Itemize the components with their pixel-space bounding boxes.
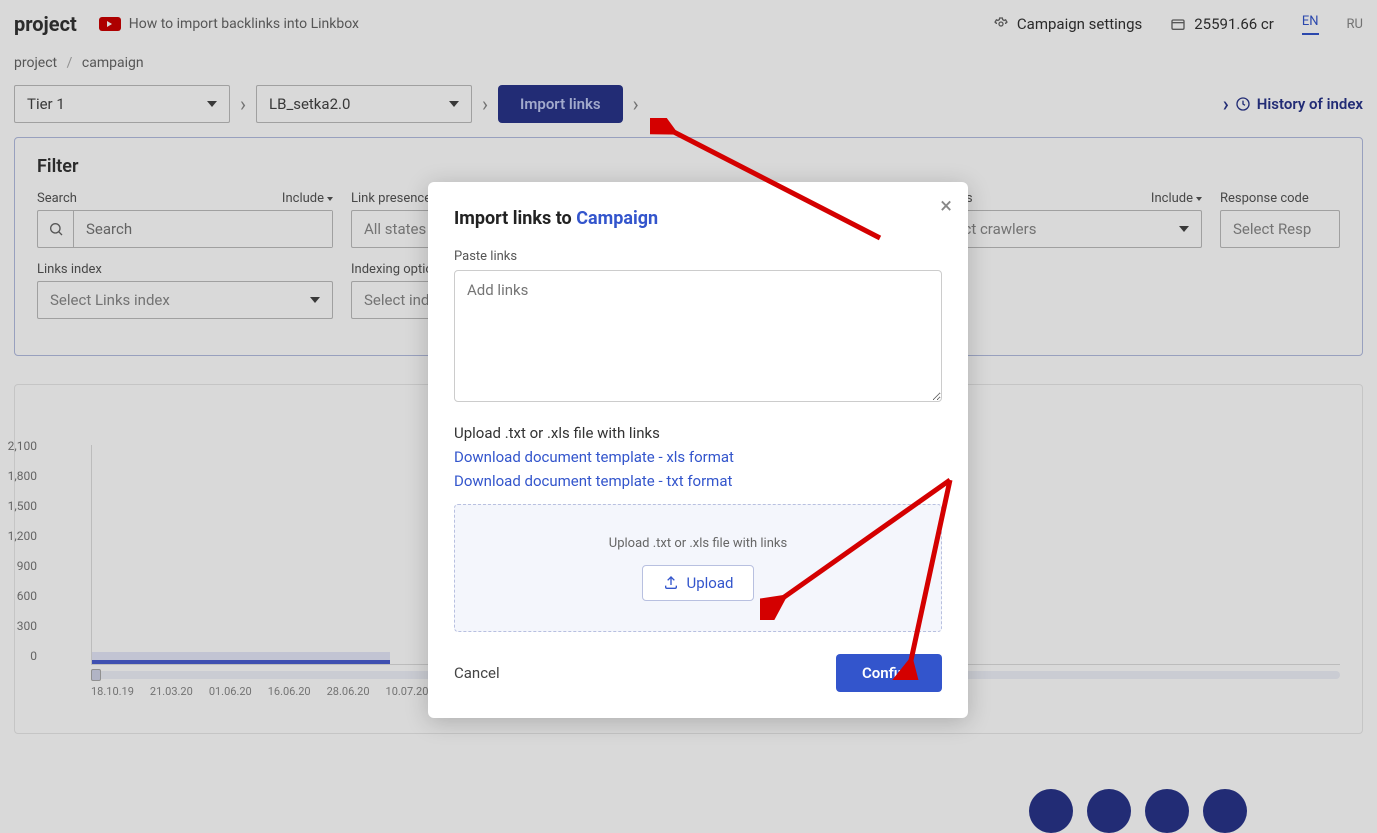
upload-button[interactable]: Upload	[642, 565, 755, 601]
paste-links-label: Paste links	[454, 249, 942, 264]
cancel-button[interactable]: Cancel	[454, 664, 500, 682]
close-icon[interactable]: ×	[940, 196, 952, 218]
download-xls-template-link[interactable]: Download document template - xls format	[454, 448, 942, 466]
upload-icon	[663, 575, 679, 591]
modal-title: Import links to Campaign	[454, 208, 942, 229]
dropzone-text: Upload .txt or .xls file with links	[609, 536, 787, 551]
download-txt-template-link[interactable]: Download document template - txt format	[454, 472, 942, 490]
upload-description: Upload .txt or .xls file with links	[454, 424, 942, 442]
import-links-modal: × Import links to Campaign Paste links U…	[428, 182, 968, 718]
upload-dropzone[interactable]: Upload .txt or .xls file with links Uplo…	[454, 504, 942, 632]
confirm-button[interactable]: Confirm	[836, 654, 942, 692]
paste-links-textarea[interactable]	[454, 270, 942, 402]
